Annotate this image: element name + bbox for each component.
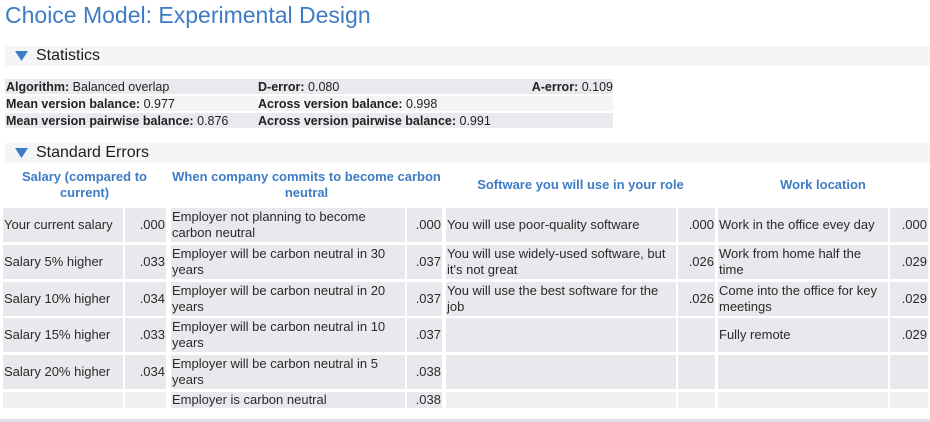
standard-errors-section-toggle[interactable]: Standard Errors — [5, 143, 930, 163]
stat-algorithm: Algorithm: Balanced overlap — [5, 79, 257, 94]
stat-a-error: A-error: 0.109 — [521, 79, 613, 94]
level-label: Come into the office for key meetings — [718, 282, 888, 316]
level-label: Salary 15% higher — [3, 318, 123, 352]
standard-error-value: .026 — [678, 282, 715, 316]
standard-error-value: .029 — [890, 245, 928, 279]
standard-error-value: .034 — [125, 282, 166, 316]
level-label: Salary 20% higher — [3, 355, 123, 389]
empty-cell — [446, 318, 676, 352]
standard-error-value: .029 — [890, 318, 928, 352]
empty-cell — [3, 392, 123, 408]
empty-cell — [446, 355, 676, 389]
standard-error-value: .034 — [125, 355, 166, 389]
empty-cell — [678, 318, 715, 352]
attribute-header: Salary (compared to current) — [22, 169, 147, 200]
level-label: Employer will be carbon neutral in 10 ye… — [171, 318, 405, 352]
standard-error-value: .026 — [678, 245, 715, 279]
level-label: Your current salary — [3, 208, 123, 242]
stat-mean-version-pairwise-balance: Mean version pairwise balance: 0.876 — [5, 113, 257, 128]
empty-cell — [890, 392, 928, 408]
statistics-header: Statistics — [36, 47, 101, 64]
triangle-down-icon — [15, 51, 28, 61]
standard-error-value: .033 — [125, 245, 166, 279]
standard-error-value: .000 — [890, 208, 928, 242]
stat-d-error: D-error: 0.080 — [257, 79, 521, 94]
level-label: Work from home half the time — [718, 245, 888, 279]
level-label: Employer not planning to become carbon n… — [171, 208, 405, 242]
level-label: Work in the office evey day — [718, 208, 888, 242]
empty-cell — [125, 392, 166, 408]
attribute-header: When company commits to become carbon ne… — [172, 169, 441, 200]
standard-error-value: .000 — [125, 208, 166, 242]
stat-across-version-balance: Across version balance: 0.998 — [257, 96, 521, 111]
attribute-header: Work location — [780, 177, 866, 192]
standard-error-value: .000 — [407, 208, 442, 242]
level-label: Employer will be carbon neutral in 20 ye… — [171, 282, 405, 316]
statistics-table: Algorithm: Balanced overlap D-error: 0.0… — [5, 77, 613, 130]
standard-error-value: .038 — [407, 355, 442, 389]
level-label: Employer will be carbon neutral in 5 yea… — [171, 355, 405, 389]
level-label: Salary 10% higher — [3, 282, 123, 316]
empty-cell — [718, 392, 888, 408]
standard-error-value: .029 — [890, 282, 928, 316]
level-label: You will use the best software for the j… — [446, 282, 676, 316]
standard-errors-header: Standard Errors — [36, 144, 149, 161]
attribute-header: Software you will use in your role — [477, 177, 684, 192]
stat-mean-version-balance: Mean version balance: 0.977 — [5, 96, 257, 111]
standard-error-value: .038 — [407, 392, 442, 408]
statistics-section-toggle[interactable]: Statistics — [5, 46, 930, 66]
level-label: Salary 5% higher — [3, 245, 123, 279]
page-title: Choice Model: Experimental Design — [5, 2, 371, 28]
standard-error-value: .033 — [125, 318, 166, 352]
empty-cell — [718, 355, 888, 389]
standard-error-value: .000 — [678, 208, 715, 242]
level-label: Employer is carbon neutral — [171, 392, 405, 408]
standard-error-value: .037 — [407, 282, 442, 316]
level-label: You will use poor-quality software — [446, 208, 676, 242]
empty-cell — [890, 355, 928, 389]
level-label: Fully remote — [718, 318, 888, 352]
empty-cell — [678, 355, 715, 389]
triangle-down-icon — [15, 148, 28, 158]
level-label: Employer will be carbon neutral in 30 ye… — [171, 245, 405, 279]
standard-error-value: .037 — [407, 318, 442, 352]
empty-cell — [678, 392, 715, 408]
stat-across-version-pairwise-balance: Across version pairwise balance: 0.991 — [257, 113, 521, 128]
empty-cell — [446, 392, 676, 408]
level-label: You will use widely-used software, but i… — [446, 245, 676, 279]
standard-error-value: .037 — [407, 245, 442, 279]
